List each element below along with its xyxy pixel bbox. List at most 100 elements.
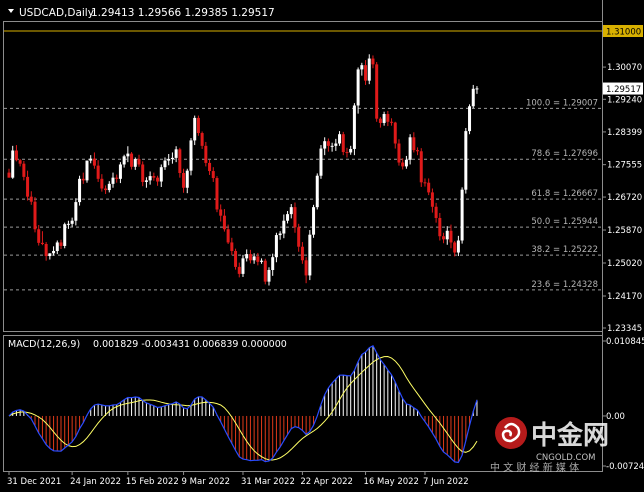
candle-body[interactable] [390, 121, 394, 123]
candle-body[interactable] [107, 183, 111, 191]
candle-body[interactable] [382, 114, 386, 123]
candle-body[interactable] [468, 106, 472, 132]
candle-body[interactable] [356, 69, 360, 106]
candle-body[interactable] [234, 250, 238, 267]
candle-body[interactable] [475, 88, 479, 90]
candle-body[interactable] [44, 244, 48, 257]
candle-body[interactable] [412, 137, 416, 151]
candle-body[interactable] [263, 260, 267, 282]
candle-body[interactable] [267, 269, 271, 282]
candle-body[interactable] [130, 153, 134, 167]
candle-body[interactable] [137, 159, 141, 165]
candle-body[interactable] [260, 260, 264, 262]
candle-body[interactable] [40, 242, 44, 245]
candle-body[interactable] [196, 117, 200, 134]
candle-body[interactable] [141, 164, 145, 182]
candle-body[interactable] [326, 141, 330, 146]
candle-body[interactable] [222, 215, 226, 230]
candle-body[interactable] [312, 207, 316, 235]
candle-body[interactable] [248, 254, 252, 261]
candle-body[interactable] [360, 65, 364, 70]
candle-body[interactable] [66, 223, 70, 225]
candle-body[interactable] [456, 240, 460, 253]
candle-body[interactable] [460, 189, 464, 241]
candle-body[interactable] [352, 105, 356, 149]
candle-body[interactable] [226, 229, 230, 243]
candle-body[interactable] [438, 218, 442, 237]
candle-body[interactable] [29, 196, 33, 202]
candle-body[interactable] [7, 172, 11, 178]
candle-body[interactable] [334, 143, 338, 146]
candle-body[interactable] [92, 158, 96, 166]
candle-body[interactable] [442, 236, 446, 240]
candle-body[interactable] [453, 242, 457, 253]
candle-body[interactable] [189, 140, 193, 171]
candle-body[interactable] [63, 224, 67, 246]
candle-body[interactable] [122, 156, 126, 165]
candle-body[interactable] [37, 229, 41, 243]
candle-body[interactable] [427, 182, 431, 193]
candle-body[interactable] [115, 177, 119, 179]
candle-body[interactable] [252, 256, 256, 261]
candle-body[interactable] [416, 150, 420, 152]
candle-body[interactable] [397, 143, 401, 163]
candle-body[interactable] [104, 188, 108, 191]
candle-body[interactable] [215, 178, 219, 210]
candle-body[interactable] [70, 220, 74, 224]
candle-body[interactable] [289, 207, 293, 215]
candle-body[interactable] [133, 159, 137, 167]
candle-body[interactable] [55, 242, 59, 251]
candle-body[interactable] [319, 148, 323, 176]
candle-body[interactable] [208, 162, 212, 172]
candle-body[interactable] [286, 214, 290, 221]
candle-body[interactable] [26, 176, 30, 197]
candle-body[interactable] [449, 230, 453, 243]
candle-body[interactable] [423, 182, 427, 184]
candle-body[interactable] [445, 230, 449, 240]
candle-body[interactable] [78, 178, 82, 203]
candle-body[interactable] [271, 257, 275, 270]
candle-body[interactable] [152, 176, 156, 178]
candle-body[interactable] [300, 246, 304, 261]
candle-body[interactable] [18, 160, 22, 164]
candle-body[interactable] [378, 118, 382, 123]
candle-body[interactable] [330, 145, 334, 147]
candle-body[interactable] [386, 114, 390, 122]
candle-body[interactable] [323, 141, 327, 149]
candle-body[interactable] [14, 150, 18, 161]
candle-body[interactable] [230, 242, 234, 251]
candle-body[interactable] [408, 137, 412, 160]
candle-body[interactable] [349, 148, 353, 153]
candle-body[interactable] [393, 122, 397, 144]
candle-body[interactable] [338, 134, 342, 144]
candle-body[interactable] [118, 164, 122, 179]
candle-body[interactable] [219, 209, 223, 216]
candle-body[interactable] [100, 178, 104, 189]
candle-body[interactable] [401, 162, 405, 167]
candle-body[interactable] [22, 163, 26, 177]
candle-body[interactable] [404, 159, 408, 167]
candle-body[interactable] [245, 254, 249, 259]
candle-body[interactable] [148, 176, 152, 181]
candle-body[interactable] [204, 145, 208, 163]
candle-body[interactable] [159, 167, 163, 182]
candle-body[interactable] [96, 165, 100, 179]
candle-body[interactable] [59, 242, 63, 246]
candle-body[interactable] [33, 201, 37, 230]
candle-body[interactable] [52, 250, 56, 254]
candle-body[interactable] [367, 58, 371, 81]
candle-body[interactable] [471, 88, 475, 107]
candle-body[interactable] [297, 227, 301, 247]
candle-body[interactable] [156, 177, 160, 182]
candle-body[interactable] [167, 159, 171, 161]
candle-body[interactable] [193, 117, 197, 141]
candle-body[interactable] [111, 177, 115, 184]
candle-body[interactable] [144, 180, 148, 182]
candle-body[interactable] [345, 152, 349, 154]
candle-body[interactable] [241, 258, 245, 274]
candle-body[interactable] [178, 149, 182, 174]
candle-body[interactable] [85, 160, 89, 181]
candle-body[interactable] [282, 220, 286, 234]
candle-body[interactable] [48, 253, 52, 257]
candle-body[interactable] [81, 178, 85, 181]
